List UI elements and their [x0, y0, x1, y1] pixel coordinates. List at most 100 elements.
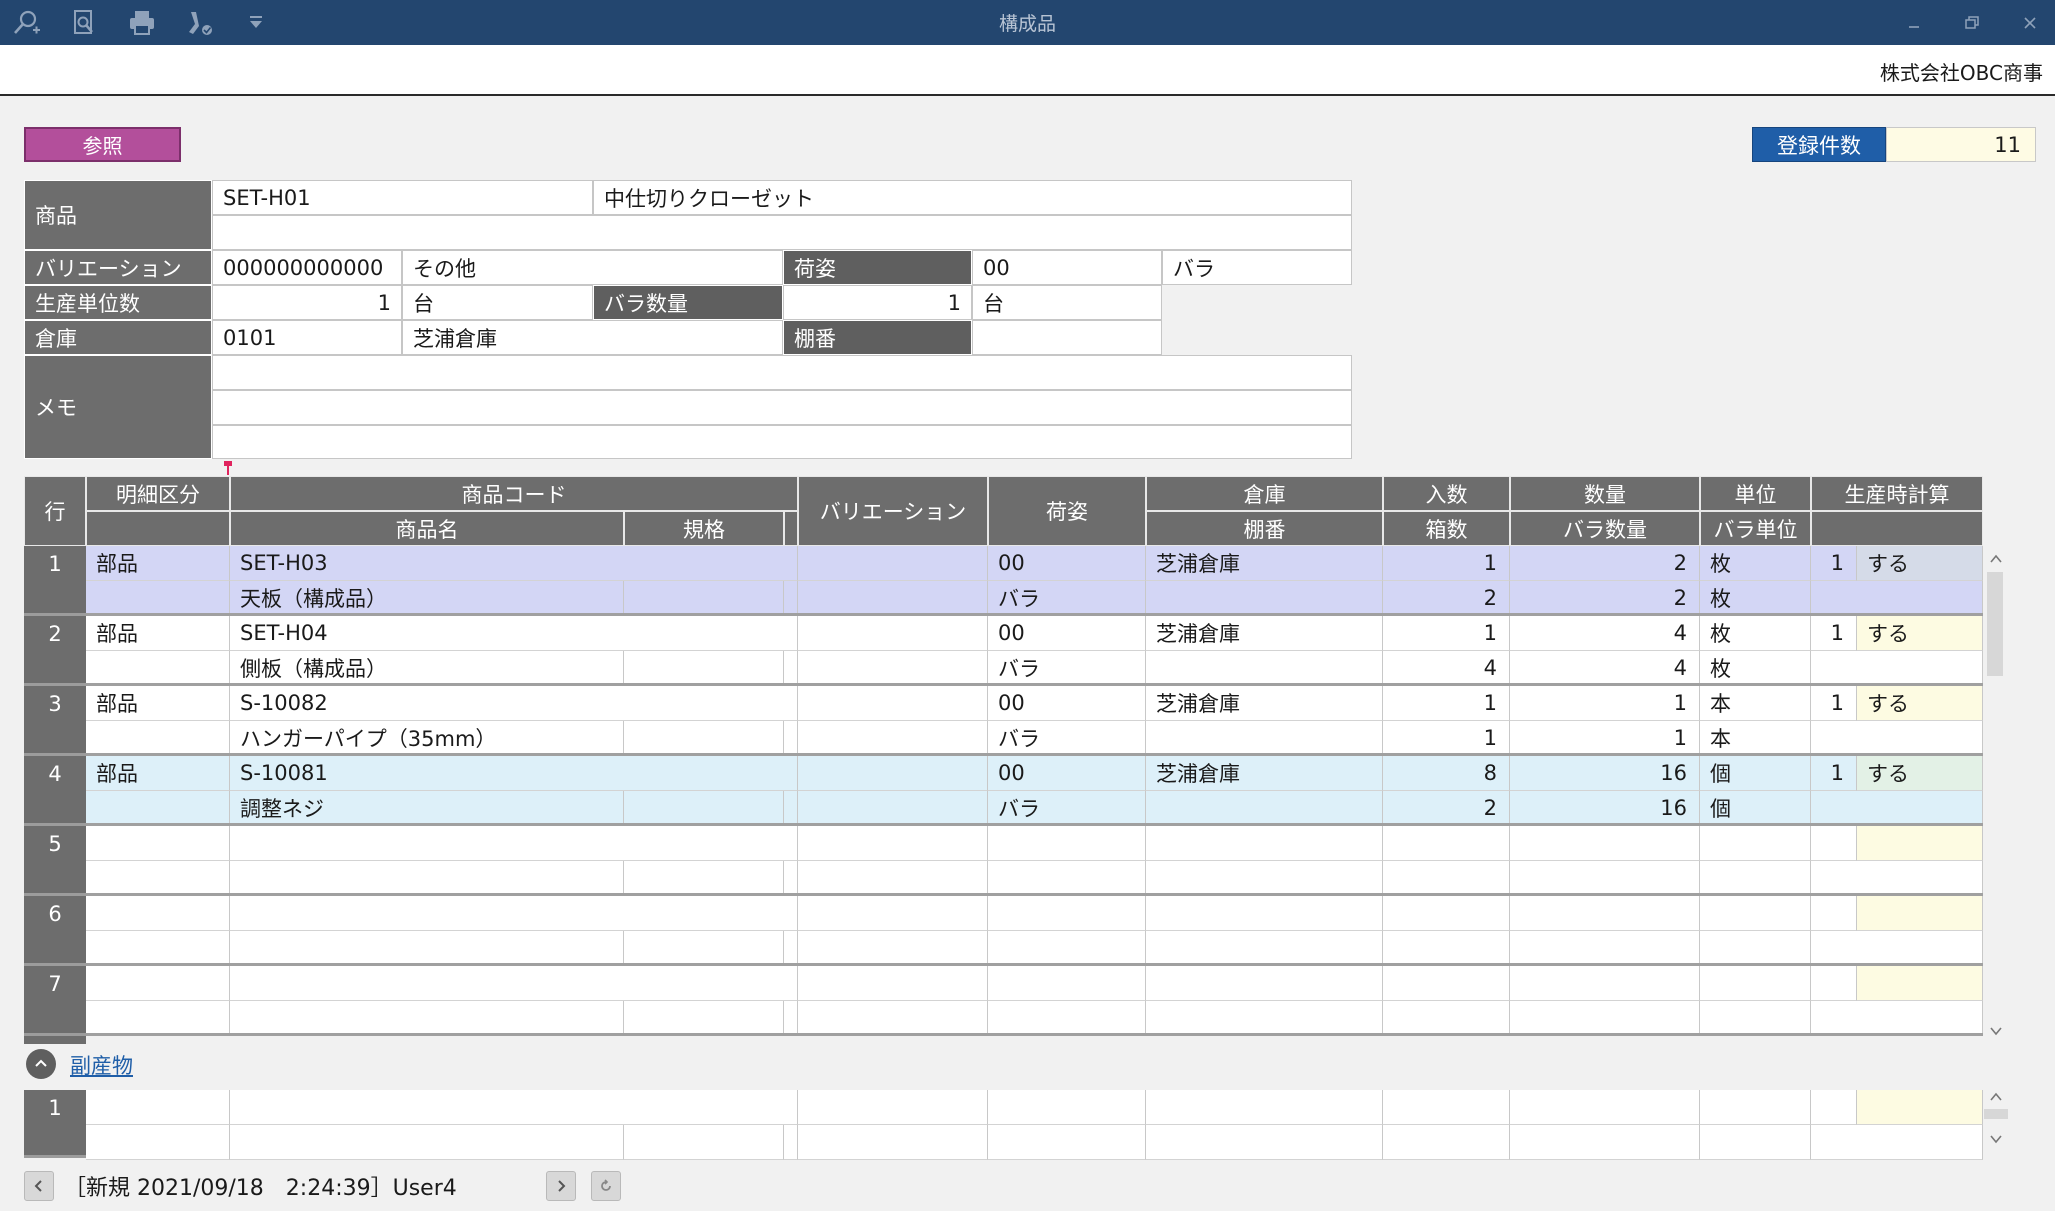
bara-qty-cell[interactable]: 1: [1510, 721, 1700, 756]
packing-code-cell[interactable]: 00: [988, 756, 1146, 791]
shelf-field[interactable]: [972, 320, 1162, 355]
variation-cell[interactable]: [798, 546, 988, 581]
byproduct-cell[interactable]: [230, 1090, 798, 1125]
per-box-cell[interactable]: [1383, 966, 1510, 1001]
byproduct-row-number[interactable]: 1: [24, 1090, 86, 1158]
packing-name-cell[interactable]: バラ: [988, 651, 1146, 686]
byproduct-cell[interactable]: [1383, 1090, 1510, 1125]
product-code-cell[interactable]: [230, 966, 798, 1001]
byproduct-cell[interactable]: [798, 1125, 988, 1160]
product-name-cell[interactable]: 調整ネジ: [230, 791, 624, 826]
detail-type-cell[interactable]: 部品: [86, 756, 230, 791]
quantity-cell[interactable]: 2: [1510, 546, 1700, 581]
unit-cell[interactable]: [1700, 966, 1811, 1001]
scrollbar-thumb[interactable]: [1987, 572, 2003, 676]
byproduct-cell[interactable]: [1811, 1125, 1983, 1160]
spec-cell[interactable]: [624, 721, 784, 756]
warehouse-cell[interactable]: 芝浦倉庫: [1146, 546, 1383, 581]
per-box-cell[interactable]: [1383, 826, 1510, 861]
per-box-cell[interactable]: 8: [1383, 756, 1510, 791]
per-box-cell[interactable]: [1383, 896, 1510, 931]
calc-number-cell[interactable]: [1811, 896, 1857, 931]
byproduct-cell[interactable]: [1383, 1125, 1510, 1160]
per-box-cell[interactable]: 1: [1383, 616, 1510, 651]
byproduct-cell[interactable]: [1510, 1090, 1700, 1125]
variation-cell[interactable]: [798, 896, 988, 931]
boxes-cell[interactable]: [1383, 1001, 1510, 1036]
byproduct-calc-cell[interactable]: [1857, 1090, 1983, 1125]
spec-cell[interactable]: [624, 581, 784, 616]
product-name-cell[interactable]: [230, 931, 624, 966]
byproduct-scroll-down-icon[interactable]: [1983, 1126, 2009, 1152]
packing-name-cell[interactable]: [988, 1001, 1146, 1036]
product-code-field[interactable]: SET-H01: [212, 180, 593, 215]
byproduct-cell[interactable]: [988, 1090, 1146, 1125]
detail-type-cell-2[interactable]: [86, 861, 230, 896]
packing-code-cell[interactable]: [988, 966, 1146, 1001]
calc-number-cell[interactable]: [1811, 966, 1857, 1001]
spec-cell[interactable]: [624, 1001, 784, 1036]
calc-cell-2[interactable]: [1811, 791, 1983, 826]
calc-number-cell[interactable]: 1: [1811, 686, 1857, 721]
byproduct-cell[interactable]: [1811, 1090, 1857, 1125]
bara-qty-cell[interactable]: [1510, 931, 1700, 966]
warehouse-cell[interactable]: [1146, 826, 1383, 861]
byproduct-cell[interactable]: [230, 1125, 624, 1160]
shelf-cell[interactable]: [1146, 721, 1383, 756]
detail-type-cell-2[interactable]: [86, 1001, 230, 1036]
restore-icon[interactable]: [1952, 8, 1992, 38]
product-name-cell[interactable]: [230, 1001, 624, 1036]
memo-line-2[interactable]: [212, 390, 1352, 425]
byproduct-cell[interactable]: [1146, 1090, 1383, 1125]
shelf-cell[interactable]: [1146, 791, 1383, 826]
prod-calc-cell[interactable]: する: [1857, 756, 1983, 791]
packing-code-cell[interactable]: 00: [988, 616, 1146, 651]
spec-extra-cell[interactable]: [784, 791, 798, 826]
packing-name-cell[interactable]: [988, 861, 1146, 896]
prod-calc-cell[interactable]: する: [1857, 546, 1983, 581]
byproduct-cell[interactable]: [86, 1090, 230, 1125]
variation-cell[interactable]: [798, 826, 988, 861]
packing-code-cell[interactable]: [988, 826, 1146, 861]
byproduct-cell[interactable]: [86, 1125, 230, 1160]
byproduct-scroll-up-icon[interactable]: [1983, 1084, 2009, 1110]
row-number[interactable]: 2: [24, 616, 86, 686]
packing-name-cell[interactable]: バラ: [988, 721, 1146, 756]
detail-type-cell[interactable]: 部品: [86, 686, 230, 721]
variation-cell-2[interactable]: [798, 931, 988, 966]
product-name-cell[interactable]: 側板（構成品）: [230, 651, 624, 686]
warehouse-cell[interactable]: 芝浦倉庫: [1146, 686, 1383, 721]
product-code-cell[interactable]: [230, 896, 798, 931]
warehouse-cell[interactable]: [1146, 896, 1383, 931]
spec-extra-cell[interactable]: [784, 931, 798, 966]
packing-code-cell[interactable]: [988, 896, 1146, 931]
prev-record-button[interactable]: [24, 1171, 54, 1201]
bara-unit-cell[interactable]: [1700, 1001, 1811, 1036]
warehouse-cell[interactable]: 芝浦倉庫: [1146, 616, 1383, 651]
product-code-cell[interactable]: SET-H03: [230, 546, 798, 581]
row-number[interactable]: 4: [24, 756, 86, 826]
reference-button[interactable]: 参照: [24, 127, 181, 162]
quantity-cell[interactable]: 16: [1510, 756, 1700, 791]
per-box-cell[interactable]: 1: [1383, 546, 1510, 581]
bara-unit-cell[interactable]: [1700, 861, 1811, 896]
bara-unit-cell[interactable]: 本: [1700, 721, 1811, 756]
bara-qty-cell[interactable]: [1510, 1001, 1700, 1036]
boxes-cell[interactable]: 4: [1383, 651, 1510, 686]
unit-cell[interactable]: 枚: [1700, 546, 1811, 581]
packing-code-field[interactable]: 00: [972, 250, 1162, 285]
byproduct-cell[interactable]: [1700, 1090, 1811, 1125]
calc-number-cell[interactable]: [1811, 826, 1857, 861]
product-code-cell[interactable]: S-10081: [230, 756, 798, 791]
detail-type-cell-2[interactable]: [86, 791, 230, 826]
product-code-cell[interactable]: [230, 826, 798, 861]
calc-cell-2[interactable]: [1811, 931, 1983, 966]
byproduct-scrollbar-thumb[interactable]: [1984, 1109, 2008, 1119]
byproduct-cell[interactable]: [784, 1125, 798, 1160]
scroll-up-icon[interactable]: [1983, 546, 2009, 572]
packing-code-cell[interactable]: 00: [988, 546, 1146, 581]
product-code-cell[interactable]: SET-H04: [230, 616, 798, 651]
calc-cell-2[interactable]: [1811, 861, 1983, 896]
close-icon[interactable]: [2010, 8, 2050, 38]
bara-qty-cell[interactable]: 4: [1510, 651, 1700, 686]
